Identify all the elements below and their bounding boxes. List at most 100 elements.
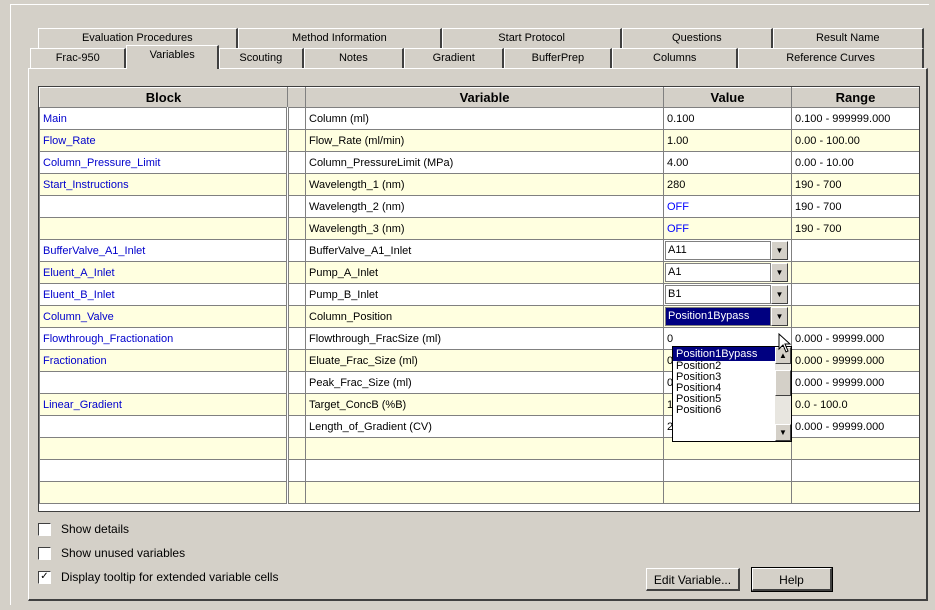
tab-method-information[interactable]: Method Information bbox=[237, 28, 443, 48]
tab-result-name[interactable]: Result Name bbox=[772, 28, 924, 48]
tab-questions[interactable]: Questions bbox=[622, 28, 773, 48]
display-tooltip-box[interactable]: ✓ bbox=[38, 570, 51, 584]
value-cell[interactable]: OFF bbox=[663, 195, 792, 218]
table-row[interactable]: BufferValve_A1_Inlet BufferValve_A1_Inlet… bbox=[39, 239, 919, 262]
header-range[interactable]: Range bbox=[791, 87, 919, 108]
block-cell[interactable]: Eluent_B_Inlet bbox=[39, 283, 288, 306]
table-row[interactable]: Column_Pressure_Limit Column_PressureLimi… bbox=[39, 151, 919, 174]
tab-frac-950[interactable]: Frac-950 bbox=[30, 48, 127, 68]
value-cell[interactable]: 0.100 bbox=[663, 107, 792, 130]
table-row[interactable]: Start_Instructions Wavelength_1 (nm) 280 19… bbox=[39, 173, 919, 196]
show-details-box[interactable] bbox=[38, 522, 51, 536]
value-combobox[interactable]: Position1Bypass ▼ bbox=[665, 307, 788, 326]
header-variable[interactable]: Variable bbox=[305, 87, 664, 108]
table-row[interactable] bbox=[39, 459, 919, 482]
table-row[interactable]: Wavelength_2 (nm) OFF 190 - 700 bbox=[39, 195, 919, 218]
variable-cell[interactable]: Length_of_Gradient (CV) bbox=[305, 415, 664, 438]
help-button[interactable]: Help bbox=[751, 567, 833, 592]
value-combobox[interactable]: B1 ▼ bbox=[665, 285, 788, 304]
variable-cell[interactable] bbox=[305, 481, 664, 504]
chevron-down-icon[interactable]: ▼ bbox=[771, 241, 788, 260]
table-row[interactable]: Main Column (ml) 0.100 0.100 - 999999.000 bbox=[39, 107, 919, 130]
value-cell[interactable]: A11 ▼ bbox=[663, 239, 792, 262]
variable-cell[interactable]: Wavelength_1 (nm) bbox=[305, 173, 664, 196]
block-cell[interactable] bbox=[39, 459, 288, 482]
scroll-down-arrow-icon[interactable]: ▼ bbox=[775, 424, 791, 441]
block-cell[interactable]: Linear_Gradient bbox=[39, 393, 288, 416]
block-cell[interactable]: Main bbox=[39, 107, 288, 130]
table-row[interactable] bbox=[39, 481, 919, 504]
show-unused-checkbox[interactable]: Show unused variables bbox=[38, 546, 185, 560]
show-details-checkbox[interactable]: Show details bbox=[38, 522, 129, 536]
show-unused-box[interactable] bbox=[38, 546, 51, 560]
value-cell[interactable]: OFF bbox=[663, 217, 792, 240]
variable-cell[interactable]: Column (ml) bbox=[305, 107, 664, 130]
tab-reference-curves[interactable]: Reference Curves bbox=[738, 48, 924, 68]
variable-cell[interactable]: Flow_Rate (ml/min) bbox=[305, 129, 664, 152]
tab-bufferprep[interactable]: BufferPrep bbox=[504, 48, 613, 68]
tab-notes[interactable]: Notes bbox=[303, 48, 405, 68]
value-cell[interactable]: 4.00 bbox=[663, 151, 792, 174]
variable-cell[interactable]: Target_ConcB (%B) bbox=[305, 393, 664, 416]
block-cell[interactable] bbox=[39, 437, 288, 460]
tab-gradient[interactable]: Gradient bbox=[404, 48, 505, 68]
block-cell[interactable]: Eluent_A_Inlet bbox=[39, 261, 288, 284]
block-cell[interactable]: Fractionation bbox=[39, 349, 288, 372]
value-cell[interactable]: 1.00 bbox=[663, 129, 792, 152]
block-cell[interactable]: Column_Valve bbox=[39, 305, 288, 328]
value-cell[interactable] bbox=[663, 481, 792, 504]
block-cell[interactable]: Start_Instructions bbox=[39, 173, 288, 196]
value-cell[interactable]: 280 bbox=[663, 173, 792, 196]
value-cell[interactable]: B1 ▼ bbox=[663, 283, 792, 306]
combobox-value[interactable]: Position1Bypass bbox=[665, 307, 771, 326]
edit-variable-button[interactable]: Edit Variable... bbox=[646, 568, 740, 591]
scroll-thumb[interactable] bbox=[775, 370, 791, 396]
header-block[interactable]: Block bbox=[39, 87, 288, 108]
block-cell[interactable]: Flowthrough_Fractionation bbox=[39, 327, 288, 350]
value-cell[interactable]: A1 ▼ bbox=[663, 261, 792, 284]
table-row[interactable]: Eluent_B_Inlet Pump_B_Inlet B1 ▼ bbox=[39, 283, 919, 306]
header-value[interactable]: Value bbox=[663, 87, 792, 108]
block-cell[interactable] bbox=[39, 195, 288, 218]
dropdown-scrollbar[interactable]: ▲ ▼ bbox=[775, 347, 791, 441]
block-cell[interactable] bbox=[39, 415, 288, 438]
variable-cell[interactable]: Column_Position bbox=[305, 305, 664, 328]
value-cell[interactable]: Position1Bypass ▼ bbox=[663, 305, 792, 328]
variable-cell[interactable]: Eluate_Frac_Size (ml) bbox=[305, 349, 664, 372]
table-row[interactable]: Wavelength_3 (nm) OFF 190 - 700 bbox=[39, 217, 919, 240]
block-cell[interactable]: Column_Pressure_Limit bbox=[39, 151, 288, 174]
chevron-down-icon[interactable]: ▼ bbox=[771, 285, 788, 304]
value-combobox[interactable]: A1 ▼ bbox=[665, 263, 788, 282]
variable-cell[interactable]: Flowthrough_FracSize (ml) bbox=[305, 327, 664, 350]
table-row[interactable]: Flow_Rate Flow_Rate (ml/min) 1.00 0.00 - 10… bbox=[39, 129, 919, 152]
scroll-track[interactable] bbox=[775, 396, 791, 424]
tab-scouting[interactable]: Scouting bbox=[218, 48, 304, 68]
block-cell[interactable] bbox=[39, 371, 288, 394]
chevron-down-icon[interactable]: ▼ bbox=[771, 307, 788, 326]
variable-cell[interactable]: Peak_Frac_Size (ml) bbox=[305, 371, 664, 394]
table-row[interactable]: Column_Valve Column_Position Position1Bypa… bbox=[39, 305, 919, 328]
dropdown-option[interactable]: Position1Bypass bbox=[673, 347, 775, 361]
block-cell[interactable]: Flow_Rate bbox=[39, 129, 288, 152]
tab-start-protocol[interactable]: Start Protocol bbox=[442, 28, 623, 48]
variable-cell[interactable]: Column_PressureLimit (MPa) bbox=[305, 151, 664, 174]
table-row[interactable]: Eluent_A_Inlet Pump_A_Inlet A1 ▼ bbox=[39, 261, 919, 284]
tab-columns[interactable]: Columns bbox=[612, 48, 739, 68]
variable-cell[interactable] bbox=[305, 437, 664, 460]
value-combobox[interactable]: A11 ▼ bbox=[665, 241, 788, 260]
dropdown-option[interactable]: Position6 bbox=[673, 405, 775, 416]
block-cell[interactable] bbox=[39, 481, 288, 504]
variable-cell[interactable] bbox=[305, 459, 664, 482]
display-tooltip-checkbox[interactable]: ✓ Display tooltip for extended variable … bbox=[38, 570, 278, 584]
value-cell[interactable] bbox=[663, 459, 792, 482]
variable-cell[interactable]: Pump_A_Inlet bbox=[305, 261, 664, 284]
tab-variables[interactable]: Variables bbox=[126, 45, 219, 69]
variable-cell[interactable]: BufferValve_A1_Inlet bbox=[305, 239, 664, 262]
variable-cell[interactable]: Wavelength_2 (nm) bbox=[305, 195, 664, 218]
block-cell[interactable] bbox=[39, 217, 288, 240]
column-position-dropdown-list[interactable]: Position1Bypass Position2 Position3 Positio… bbox=[672, 346, 792, 442]
combobox-value[interactable]: A11 bbox=[665, 241, 771, 260]
block-cell[interactable]: BufferValve_A1_Inlet bbox=[39, 239, 288, 262]
chevron-down-icon[interactable]: ▼ bbox=[771, 263, 788, 282]
combobox-value[interactable]: B1 bbox=[665, 285, 771, 304]
